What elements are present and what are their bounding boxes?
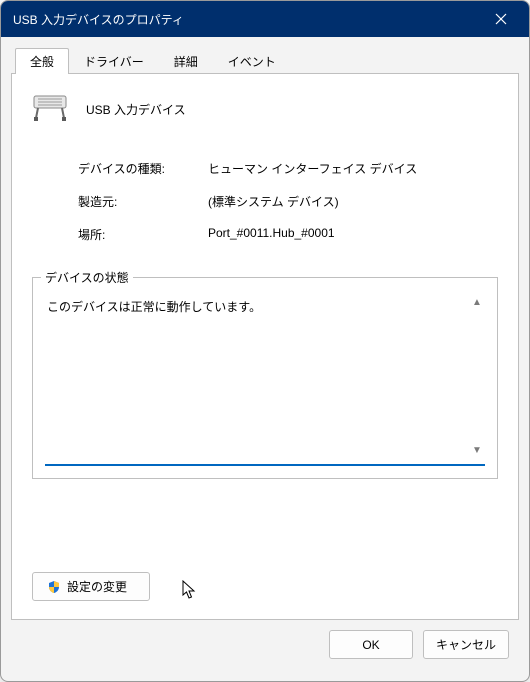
properties-window: USB 入力デバイスのプロパティ 全般 ドライバー 詳細 イベント — [0, 0, 530, 682]
info-grid: デバイスの種類: ヒューマン インターフェイス デバイス 製造元: (標準システ… — [78, 160, 498, 243]
dialog-footer: OK キャンセル — [11, 620, 519, 671]
ok-button[interactable]: OK — [329, 630, 413, 659]
device-type-label: デバイスの種類: — [78, 160, 208, 177]
tab-general[interactable]: 全般 — [15, 48, 69, 74]
scroll-down-icon[interactable]: ▼ — [469, 442, 485, 458]
close-button[interactable] — [485, 5, 517, 33]
cancel-button[interactable]: キャンセル — [423, 630, 509, 659]
tab-row: 全般 ドライバー 詳細 イベント — [11, 48, 519, 74]
device-title: USB 入力デバイス — [86, 101, 186, 118]
tab-panel-general: USB 入力デバイス デバイスの種類: ヒューマン インターフェイス デバイス … — [11, 73, 519, 620]
scroll-up-icon[interactable]: ▲ — [469, 294, 485, 310]
device-status-text: このデバイスは正常に動作しています。 — [47, 298, 467, 315]
close-icon — [495, 13, 507, 25]
device-status-fieldset: デバイスの状態 このデバイスは正常に動作しています。 ▲ ▼ — [32, 277, 498, 479]
location-label: 場所: — [78, 226, 208, 243]
cursor-icon — [182, 580, 198, 602]
tab-details[interactable]: 詳細 — [159, 48, 213, 74]
location-value: Port_#0011.Hub_#0001 — [208, 226, 498, 243]
window-body: 全般 ドライバー 詳細 イベント — [1, 37, 529, 681]
keyboard-icon — [32, 92, 72, 126]
tab-driver[interactable]: ドライバー — [69, 48, 159, 74]
change-settings-label: 設定の変更 — [67, 578, 127, 595]
device-status-box[interactable]: このデバイスは正常に動作しています。 ▲ ▼ — [45, 294, 485, 466]
change-settings-row: 設定の変更 — [32, 572, 498, 601]
titlebar: USB 入力デバイスのプロパティ — [1, 1, 529, 37]
device-type-value: ヒューマン インターフェイス デバイス — [208, 160, 498, 177]
device-status-legend: デバイスの状態 — [41, 269, 133, 286]
change-settings-button[interactable]: 設定の変更 — [32, 572, 150, 601]
device-header: USB 入力デバイス — [32, 92, 498, 126]
manufacturer-value: (標準システム デバイス) — [208, 193, 498, 210]
window-title: USB 入力デバイスのプロパティ — [13, 11, 485, 28]
tab-events[interactable]: イベント — [213, 48, 291, 74]
manufacturer-label: 製造元: — [78, 193, 208, 210]
shield-icon — [47, 580, 61, 594]
